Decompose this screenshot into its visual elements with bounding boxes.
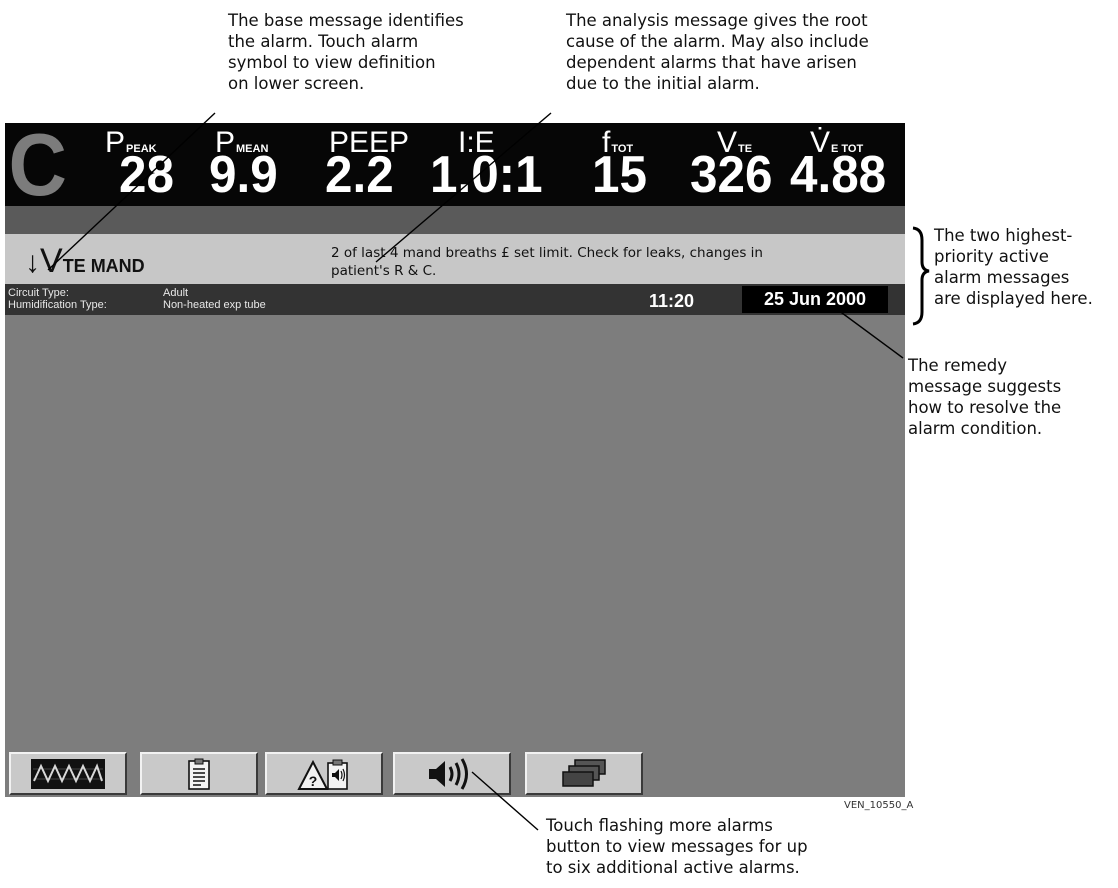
figure-code: VEN_10550_A: [844, 800, 914, 811]
callout-leader-lines: [47, 112, 930, 831]
